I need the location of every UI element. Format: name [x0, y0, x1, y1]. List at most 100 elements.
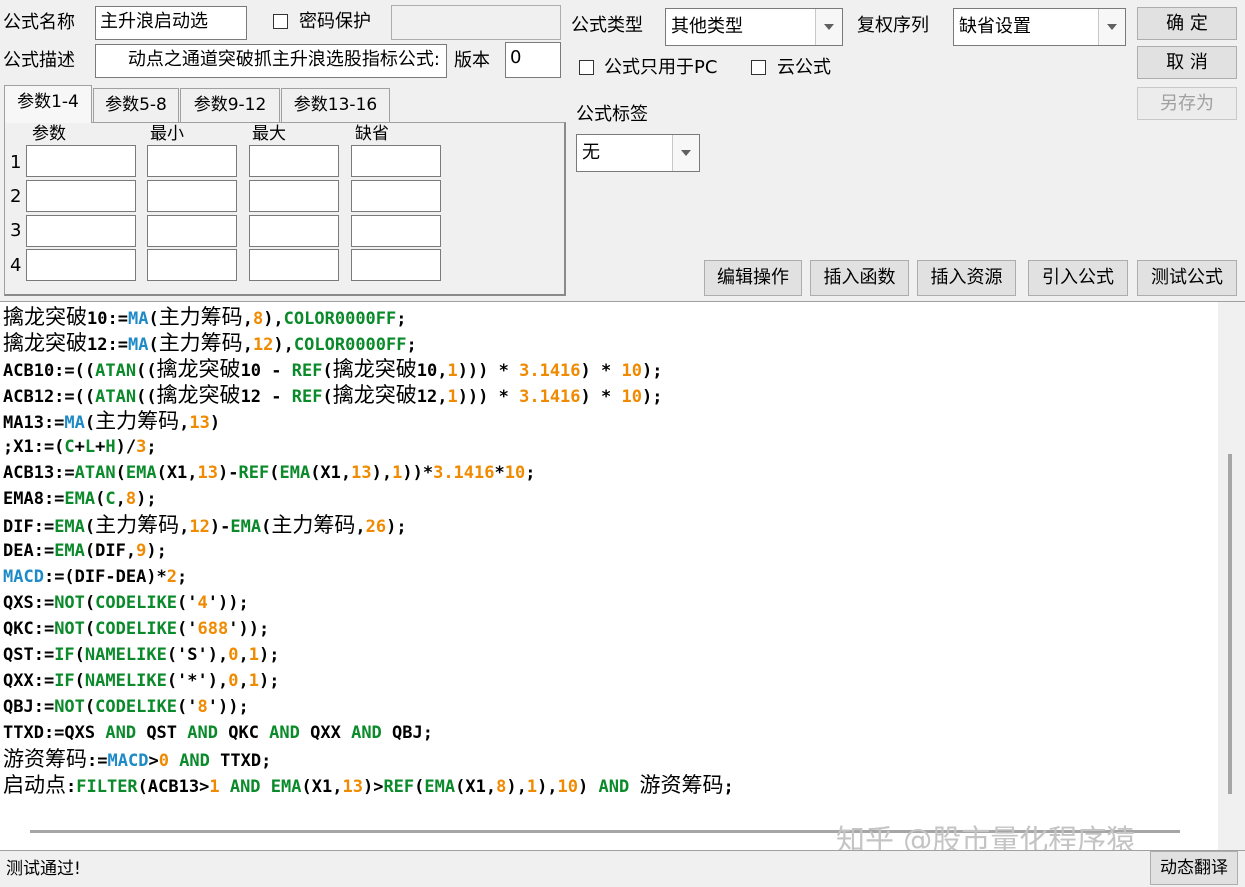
insert-function-button[interactable]: 插入函数 — [810, 260, 909, 296]
code-line[interactable]: TTXD:=QXS AND QST AND QKC AND QXX AND QB… — [3, 720, 734, 746]
code-token: 主力筹码 — [95, 409, 180, 433]
tab-params-13-16[interactable]: 参数13-16 — [281, 88, 390, 122]
ok-button[interactable]: 确 定 — [1137, 7, 1237, 40]
tab-params-5-8[interactable]: 参数5-8 — [93, 88, 179, 122]
test-formula-button[interactable]: 测试公式 — [1137, 260, 1237, 296]
code-token: REF — [291, 387, 323, 407]
code-token: 启动点 — [3, 773, 66, 797]
param-name-input[interactable] — [26, 249, 136, 281]
param-default-input[interactable] — [351, 180, 441, 212]
code-line[interactable]: ;X1:=(C+L+H)/3; — [3, 434, 734, 460]
code-token: AND — [229, 777, 261, 797]
code-token: 擒龙突破 — [332, 383, 417, 407]
edit-ops-button[interactable]: 编辑操作 — [704, 260, 802, 296]
code-line[interactable]: MACD:=(DIF-DEA)*2; — [3, 564, 734, 590]
code-token: QXX:= — [3, 671, 55, 691]
code-token: QXS:= — [3, 593, 55, 613]
code-token: := — [87, 751, 108, 771]
dynamic-translate-button[interactable]: 动态翻译 — [1150, 851, 1238, 885]
code-line[interactable]: QKC:=NOT(CODELIKE('688')); — [3, 616, 734, 642]
code-line[interactable]: 启动点:FILTER(ACB13>1 AND EMA(X1,13)>REF(EM… — [3, 772, 734, 798]
password-checkbox[interactable] — [273, 14, 288, 29]
code-token: QST — [136, 723, 188, 743]
code-line[interactable]: ACB10:=((ATAN((擒龙突破10 - REF(擒龙突破10,1))) … — [3, 356, 734, 382]
param-max-input[interactable] — [249, 145, 339, 177]
tab-params-9-12[interactable]: 参数9-12 — [180, 88, 280, 122]
code-editor[interactable]: 擒龙突破10:=MA(主力筹码,8),COLOR0000FF; 擒龙突破12:=M… — [0, 301, 1245, 851]
code-token: QST:= — [3, 645, 55, 665]
rights-select[interactable]: 缺省设置 — [953, 8, 1126, 46]
code-line[interactable]: ACB12:=((ATAN((擒龙突破12 - REF(擒龙突破12,1))) … — [3, 382, 734, 408]
formula-desc-input[interactable]: 动点之通道突破抓主升浪选股指标公式: — [95, 44, 447, 78]
param-default-input[interactable] — [351, 145, 441, 177]
code-token: ; — [723, 777, 734, 797]
param-min-input[interactable] — [147, 249, 237, 281]
insert-resource-button[interactable]: 插入资源 — [917, 260, 1016, 296]
param-min-input[interactable] — [147, 180, 237, 212]
formula-type-select[interactable]: 其他类型 — [665, 8, 843, 46]
code-token: ( — [115, 463, 126, 483]
code-token: > — [148, 751, 159, 771]
code-token: ATAN — [95, 387, 137, 407]
code-line[interactable]: QBJ:=NOT(CODELIKE('8')); — [3, 694, 734, 720]
formula-tag-dropdown-icon[interactable] — [672, 135, 699, 171]
formula-type-value: 其他类型 — [671, 16, 743, 37]
cloud-formula-checkbox[interactable] — [751, 60, 766, 75]
import-formula-button[interactable]: 引入公式 — [1028, 260, 1128, 296]
code-line[interactable]: QST:=IF(NAMELIKE('S'),0,1); — [3, 642, 734, 668]
code-line[interactable]: 擒龙突破10:=MA(主力筹码,8),COLOR0000FF; — [3, 304, 734, 330]
param-name-input[interactable] — [26, 215, 136, 247]
param-name-input[interactable] — [26, 145, 136, 177]
code-token: 688 — [197, 619, 229, 639]
code-line[interactable]: DIF:=EMA(主力筹码,12)-EMA(主力筹码,26); — [3, 512, 734, 538]
code-token: QBJ:= — [3, 697, 55, 717]
code-token: REF — [383, 777, 415, 797]
code-token: QKC:= — [3, 619, 55, 639]
code-line[interactable]: QXX:=IF(NAMELIKE('*'),0,1); — [3, 668, 734, 694]
code-token: 12, — [416, 387, 448, 407]
rights-dropdown-icon[interactable] — [1098, 9, 1125, 45]
version-input[interactable]: 0 — [505, 42, 561, 78]
code-token: ), — [273, 335, 294, 355]
code-token: 擒龙突破 — [3, 305, 87, 329]
code-line[interactable]: 游资筹码:=MACD>0 AND TTXD; — [3, 746, 734, 772]
code-token: AND — [269, 723, 300, 743]
formula-tag-select[interactable]: 无 — [576, 134, 700, 172]
code-token: CODELIKE — [95, 697, 178, 717]
param-max-input[interactable] — [249, 180, 339, 212]
formula-name-input[interactable]: 主升浪启动选 — [95, 6, 247, 40]
param-min-input[interactable] — [147, 145, 237, 177]
code-token: MA13:= — [3, 413, 65, 433]
tab-params-1-4[interactable]: 参数1-4 — [4, 85, 92, 123]
code-line[interactable]: EMA8:=EMA(C,8); — [3, 486, 734, 512]
code-token: QBJ; — [381, 723, 433, 743]
code-token: ); — [641, 387, 663, 407]
code-line[interactable]: 擒龙突破12:=MA(主力筹码,12),COLOR0000FF; — [3, 330, 734, 356]
code-line[interactable]: QXS:=NOT(CODELIKE('4')); — [3, 590, 734, 616]
code-token: ) * — [580, 361, 622, 381]
code-line[interactable]: DEA:=EMA(DIF,9); — [3, 538, 734, 564]
code-token: )> — [362, 777, 384, 797]
code-token: MA — [64, 413, 85, 433]
code-token: 擒龙突破 — [332, 357, 417, 381]
code-token: 游资筹码 — [639, 773, 724, 797]
code-token: 3 — [136, 437, 147, 457]
cancel-button[interactable]: 取 消 — [1137, 46, 1237, 79]
vertical-scrollbar[interactable] — [1218, 302, 1245, 851]
param-name-input[interactable] — [26, 180, 136, 212]
code-line[interactable]: MA13:=MA(主力筹码,13) — [3, 408, 734, 434]
param-max-input[interactable] — [249, 215, 339, 247]
code-token: 0 — [228, 645, 239, 665]
code-token: )- — [209, 517, 231, 537]
vertical-scroll-thumb[interactable] — [1228, 454, 1232, 794]
param-default-input[interactable] — [351, 249, 441, 281]
code-line[interactable]: ACB13:=ATAN(EMA(X1,13)-REF(EMA(X1,13),1)… — [3, 460, 734, 486]
pc-only-checkbox[interactable] — [579, 60, 594, 75]
param-max-input[interactable] — [249, 249, 339, 281]
param-default-input[interactable] — [351, 215, 441, 247]
code-token: ( — [95, 489, 106, 509]
formula-type-dropdown-icon[interactable] — [815, 9, 842, 45]
code-token: EMA — [230, 517, 262, 537]
param-min-input[interactable] — [147, 215, 237, 247]
